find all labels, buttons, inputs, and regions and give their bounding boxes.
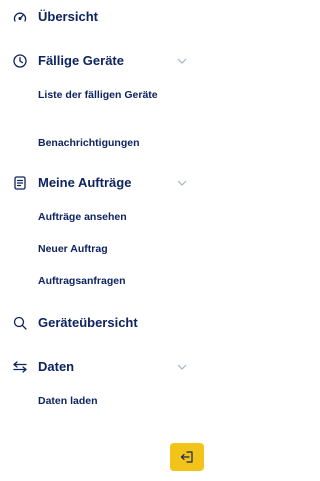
chevron-down-icon[interactable] <box>176 362 188 372</box>
chevron-down-icon[interactable] <box>176 56 188 66</box>
sidebar-item-device-overview[interactable]: Geräteübersicht <box>0 312 208 334</box>
logout-icon <box>180 451 194 463</box>
submenu-item-view-orders[interactable]: Aufträge ansehen <box>38 210 178 224</box>
clock-icon <box>12 53 28 69</box>
sidebar-item-label: Meine Aufträge <box>38 175 132 190</box>
sidebar-item-my-orders[interactable]: Meine Aufträge <box>0 172 208 194</box>
sidebar-item-overview[interactable]: Übersicht <box>0 6 208 28</box>
dashboard-gauge-icon <box>12 9 28 25</box>
sidebar-item-label: Übersicht <box>38 9 98 24</box>
sidebar-item-label: Daten <box>38 359 75 374</box>
submenu-item-load-data[interactable]: Daten laden <box>38 394 178 408</box>
search-icon <box>12 315 28 331</box>
transfer-arrows-icon <box>12 359 28 375</box>
chevron-down-icon[interactable] <box>176 178 188 188</box>
sidebar-item-data[interactable]: Daten <box>0 356 208 378</box>
submenu-item-due-list[interactable]: Liste der fälligen Geräte <box>38 88 178 102</box>
submenu-item-notifications[interactable]: Benachrichtigungen <box>38 136 178 150</box>
sidebar-item-label: Fällige Geräte <box>38 53 124 68</box>
document-list-icon <box>12 175 28 191</box>
submenu-item-new-order[interactable]: Neuer Auftrag <box>38 242 178 256</box>
sidebar-item-due-devices[interactable]: Fällige Geräte <box>0 50 208 72</box>
logout-button[interactable] <box>170 443 204 471</box>
sidebar-item-label: Geräteübersicht <box>38 315 138 330</box>
submenu-item-order-requests[interactable]: Auftragsanfragen <box>38 274 178 288</box>
